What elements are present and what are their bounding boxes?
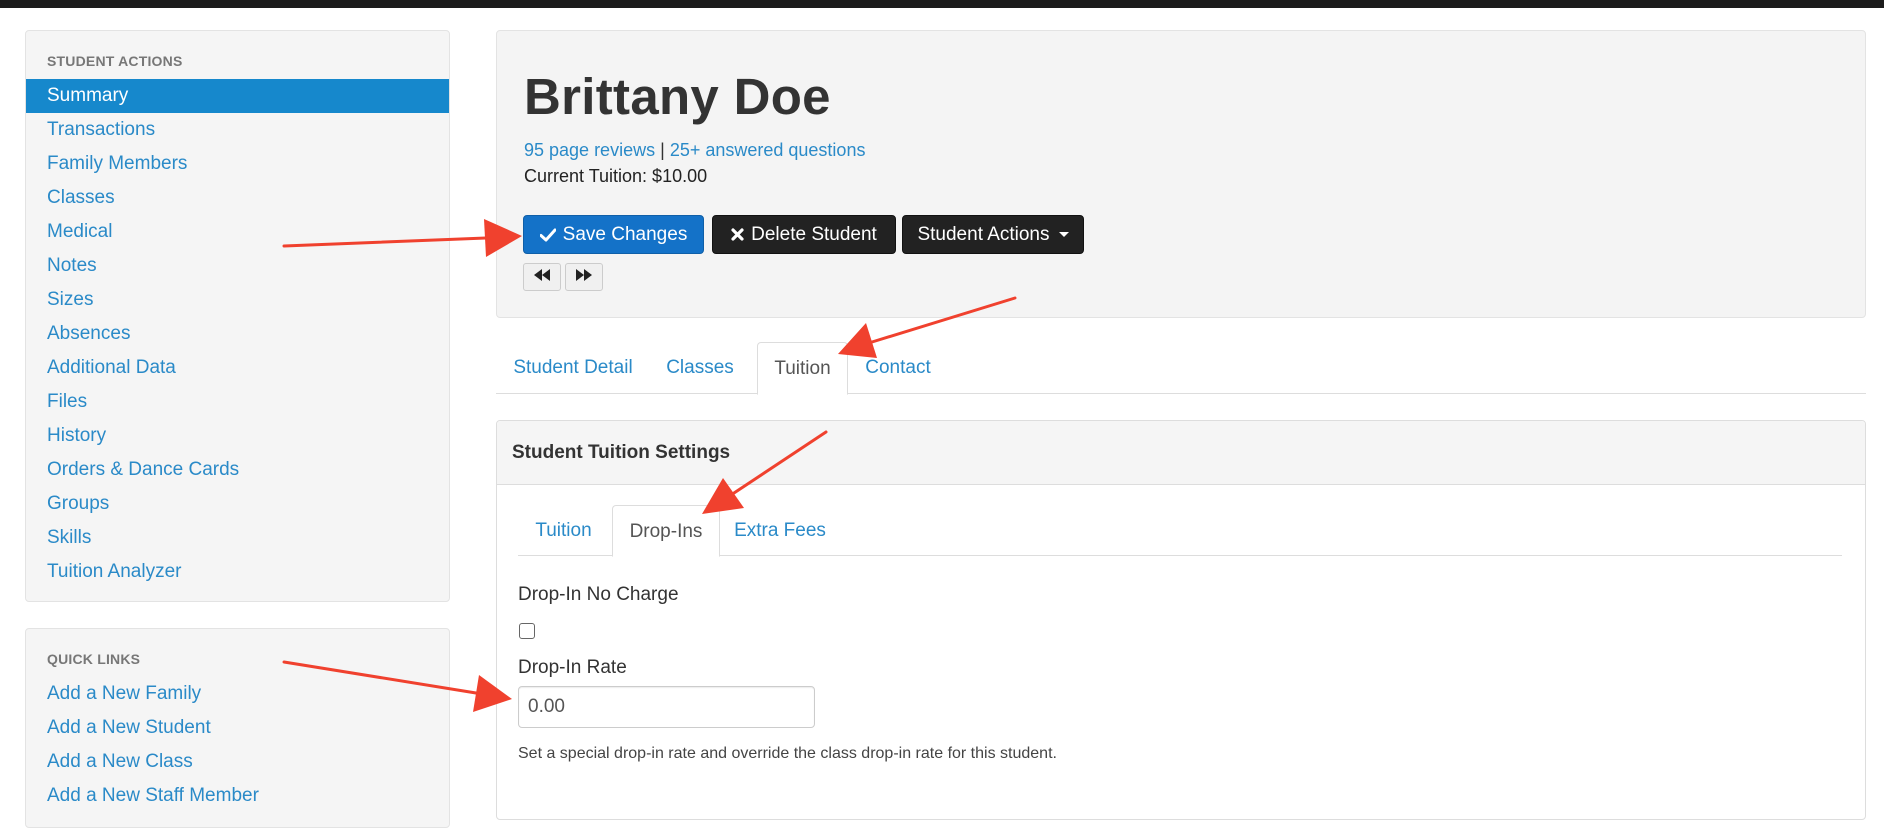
subtab-tuition[interactable]: Tuition: [518, 505, 609, 556]
quick-link-add-family[interactable]: Add a New Family: [26, 677, 449, 711]
answered-questions-link[interactable]: 25+ answered questions: [670, 140, 866, 160]
student-actions-dropdown[interactable]: Student Actions: [902, 215, 1084, 254]
tab-classes[interactable]: Classes: [655, 342, 745, 394]
nav-tuition-analyzer[interactable]: Tuition Analyzer: [26, 555, 449, 589]
tuition-settings-panel: Student Tuition Settings Tuition Drop-In…: [496, 420, 1866, 820]
top-bar: [0, 0, 1884, 8]
fast-forward-icon: [575, 268, 593, 287]
subtab-drop-ins[interactable]: Drop-Ins: [612, 505, 720, 557]
quick-link-add-class[interactable]: Add a New Class: [26, 745, 449, 779]
delete-student-label: Delete Student: [751, 223, 877, 245]
previous-student-button[interactable]: [523, 263, 561, 291]
student-header: Brittany Doe 95 page reviews | 25+ answe…: [496, 30, 1866, 318]
tab-student-detail[interactable]: Student Detail: [496, 342, 650, 394]
student-actions-label: Student Actions: [917, 223, 1050, 245]
check-icon: [539, 228, 556, 242]
nav-sizes[interactable]: Sizes: [26, 283, 449, 317]
delete-student-button[interactable]: Delete Student: [712, 215, 896, 254]
drop-in-rate-help: Set a special drop-in rate and override …: [518, 745, 1057, 762]
drop-in-no-charge-checkbox[interactable]: [519, 623, 535, 639]
page-reviews-link[interactable]: 95 page reviews: [524, 140, 655, 160]
drop-in-no-charge-label: Drop-In No Charge: [518, 584, 679, 605]
nav-orders-dance-cards[interactable]: Orders & Dance Cards: [26, 453, 449, 487]
nav-summary[interactable]: Summary: [26, 79, 449, 113]
reviews-separator: |: [660, 140, 665, 160]
tuition-sub-tabs: Tuition Drop-Ins Extra Fees: [518, 505, 1842, 557]
caret-down-icon: [1058, 232, 1069, 237]
tab-contact[interactable]: Contact: [852, 342, 944, 394]
x-icon: [731, 228, 744, 241]
tuition-settings-title: Student Tuition Settings: [497, 421, 1865, 485]
nav-classes[interactable]: Classes: [26, 181, 449, 215]
student-name: Brittany Doe: [524, 68, 831, 125]
nav-additional-data[interactable]: Additional Data: [26, 351, 449, 385]
quick-link-add-student[interactable]: Add a New Student: [26, 711, 449, 745]
drop-in-rate-label: Drop-In Rate: [518, 657, 627, 678]
tab-tuition[interactable]: Tuition: [757, 342, 848, 395]
quick-links-heading: QUICK LINKS: [47, 651, 141, 667]
nav-history[interactable]: History: [26, 419, 449, 453]
quick-link-add-staff-member[interactable]: Add a New Staff Member: [26, 779, 449, 813]
save-changes-button[interactable]: Save Changes: [523, 215, 704, 254]
subtab-extra-fees[interactable]: Extra Fees: [725, 505, 835, 556]
nav-groups[interactable]: Groups: [26, 487, 449, 521]
nav-absences[interactable]: Absences: [26, 317, 449, 351]
student-actions-heading: STUDENT ACTIONS: [47, 53, 183, 69]
nav-transactions[interactable]: Transactions: [26, 113, 449, 147]
nav-medical[interactable]: Medical: [26, 215, 449, 249]
student-tabs: Student Detail Classes Tuition Contact: [496, 342, 1866, 395]
drop-in-rate-input[interactable]: [518, 686, 815, 728]
current-tuition: Current Tuition: $10.00: [524, 166, 708, 186]
quick-links-panel: QUICK LINKS Add a New Family Add a New S…: [25, 628, 450, 828]
student-actions-panel: STUDENT ACTIONS Summary Transactions Fam…: [25, 30, 450, 602]
reviews-line: 95 page reviews | 25+ answered questions: [524, 140, 865, 161]
next-student-button[interactable]: [565, 263, 603, 291]
rewind-icon: [533, 268, 551, 287]
nav-skills[interactable]: Skills: [26, 521, 449, 555]
nav-family-members[interactable]: Family Members: [26, 147, 449, 181]
nav-notes[interactable]: Notes: [26, 249, 449, 283]
nav-files[interactable]: Files: [26, 385, 449, 419]
save-changes-label: Save Changes: [562, 223, 688, 245]
